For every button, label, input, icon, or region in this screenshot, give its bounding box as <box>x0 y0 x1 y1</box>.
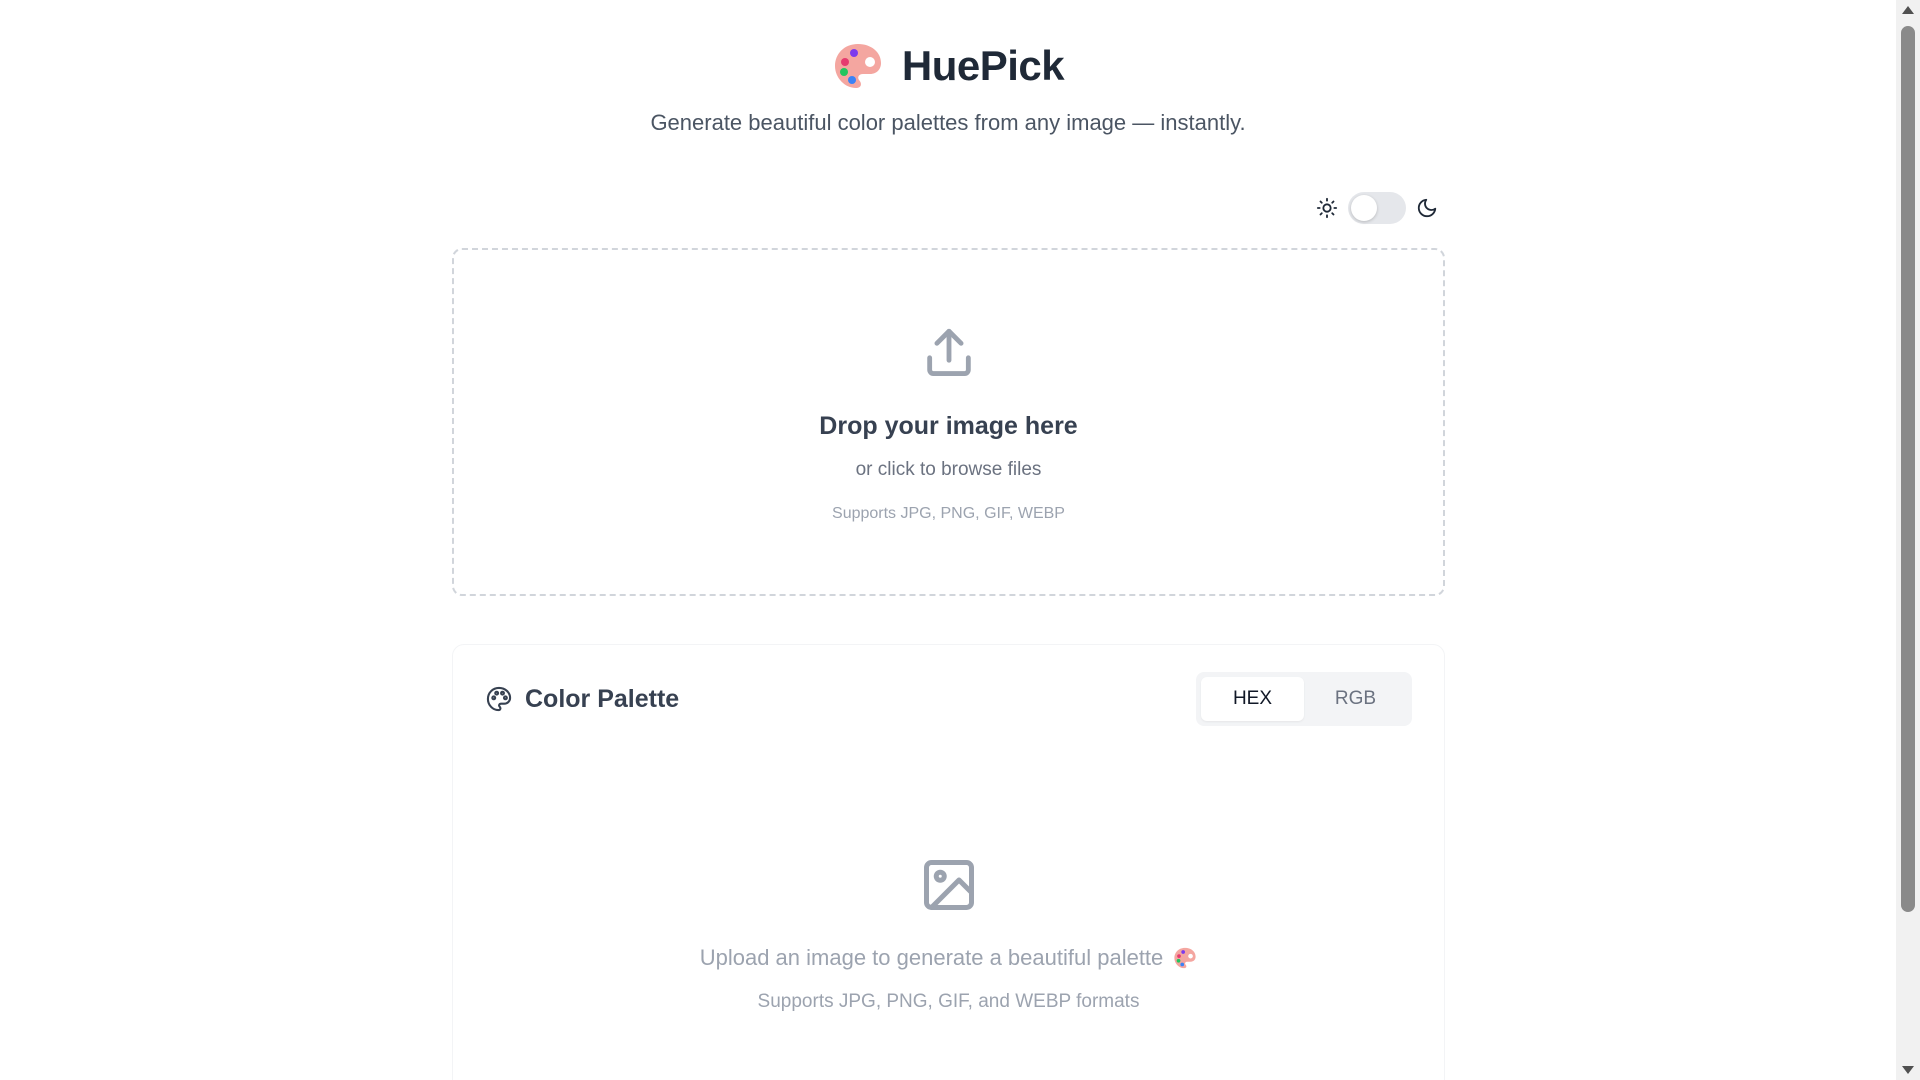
scrollbar[interactable] <box>1896 0 1920 1080</box>
scroll-down-arrow-icon[interactable] <box>1902 1066 1914 1074</box>
upload-icon <box>926 328 971 376</box>
dropzone-subtitle: or click to browse files <box>855 459 1042 480</box>
palette-title: Color Palette <box>525 684 680 713</box>
palette-card: Color Palette HEX RGB Upload an image to… <box>452 644 1445 1080</box>
tab-hex[interactable]: HEX <box>1201 677 1304 721</box>
moon-icon <box>1417 198 1437 218</box>
palette-title-wrap: Color Palette <box>485 685 679 714</box>
palette-icon <box>486 686 512 712</box>
page: HuePick Generate beautiful color palette… <box>0 0 1920 1080</box>
image-icon <box>923 860 974 910</box>
sun-icon <box>1316 197 1338 219</box>
brand: HuePick <box>832 40 1065 92</box>
dropzone-formats: Supports JPG, PNG, GIF, WEBP <box>832 505 1065 522</box>
scroll-up-arrow-icon[interactable] <box>1902 6 1914 14</box>
app-title: HuePick <box>901 42 1065 89</box>
empty-formats: Supports JPG, PNG, GIF, and WEBP formats <box>757 991 1140 1012</box>
empty-message: Upload an image to generate a beautiful … <box>699 945 1164 970</box>
dropzone-title: Drop your image here <box>819 412 1078 440</box>
format-tabs: HEX RGB <box>1196 672 1412 726</box>
theme-toggle <box>1316 192 1438 224</box>
switch-knob <box>1351 195 1377 221</box>
tab-rgb[interactable]: RGB <box>1304 677 1407 721</box>
palette-emoji-icon <box>1174 947 1196 969</box>
empty-message-row: Upload an image to generate a beautiful … <box>700 945 1198 971</box>
tagline: Generate beautiful color palettes from a… <box>650 110 1246 135</box>
palette-logo-icon <box>834 44 881 88</box>
dark-mode-switch[interactable] <box>1348 192 1406 224</box>
header: HuePick Generate beautiful color palette… <box>0 40 1896 136</box>
scroll-thumb[interactable] <box>1901 26 1915 912</box>
image-dropzone[interactable]: Drop your image here or click to browse … <box>452 248 1445 596</box>
palette-header: Color Palette HEX RGB <box>485 672 1412 726</box>
empty-state: Upload an image to generate a beautiful … <box>453 855 1444 1013</box>
